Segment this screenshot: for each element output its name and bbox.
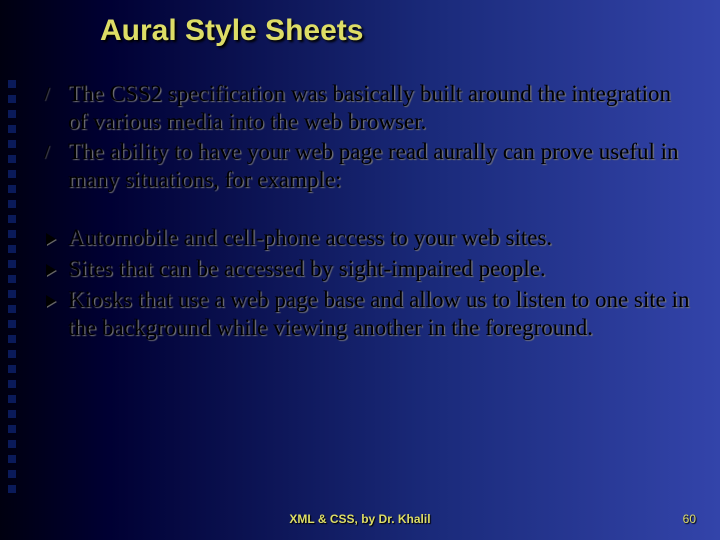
- slide-title: Aural Style Sheets: [100, 14, 363, 48]
- bullet-text: Kiosks that use a web page base and allo…: [68, 286, 692, 342]
- bullet-text: The CSS2 specification was basically bui…: [68, 80, 692, 136]
- bullet-item: / The CSS2 specification was basically b…: [44, 80, 692, 136]
- chevron-bullet-icon: [44, 286, 68, 315]
- chevron-bullet-icon: [44, 255, 68, 284]
- slash-bullet-icon: /: [44, 80, 68, 108]
- slide-body: / The CSS2 specification was basically b…: [44, 80, 692, 344]
- bullet-text: Sites that can be accessed by sight-impa…: [68, 255, 546, 283]
- footer-text: XML & CSS, by Dr. Khalil: [0, 512, 720, 526]
- sub-bullet-item: Kiosks that use a web page base and allo…: [44, 286, 692, 342]
- bullet-item: / The ability to have your web page read…: [44, 138, 692, 194]
- sub-bullet-item: Sites that can be accessed by sight-impa…: [44, 255, 692, 284]
- chevron-bullet-icon: [44, 224, 68, 253]
- slide-number: 60: [683, 512, 696, 526]
- slide: Aural Style Sheets / The CSS2 specificat…: [0, 0, 720, 540]
- sub-bullet-item: Automobile and cell-phone access to your…: [44, 224, 692, 253]
- decorative-dot-column: [8, 80, 16, 500]
- bullet-text: The ability to have your web page read a…: [68, 138, 692, 194]
- slash-bullet-icon: /: [44, 138, 68, 166]
- bullet-text: Automobile and cell-phone access to your…: [68, 224, 552, 252]
